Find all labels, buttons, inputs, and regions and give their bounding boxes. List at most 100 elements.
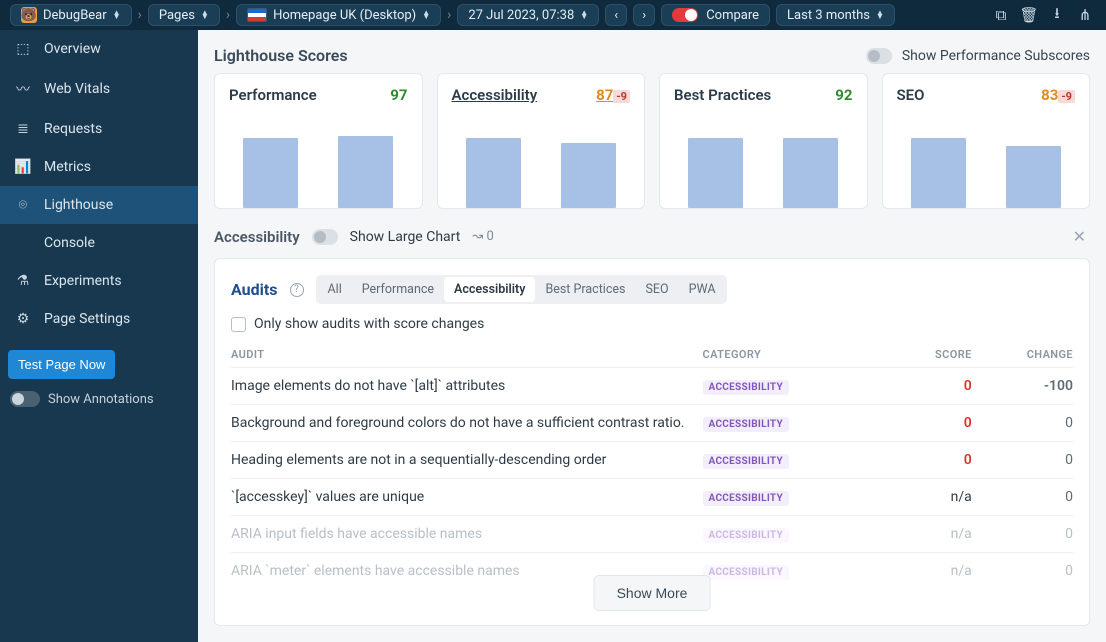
table-row[interactable]: Background and foreground colors do not …	[231, 405, 1073, 442]
tab-accessibility[interactable]: Accessibility	[444, 277, 535, 302]
category-pill: ACCESSIBILITY	[703, 454, 789, 469]
bar-before	[243, 138, 298, 208]
annotations-toggle[interactable]: Show Annotations	[0, 391, 198, 407]
score-card-best-practices[interactable]: Best Practices92	[659, 73, 868, 209]
flag-icon	[247, 8, 267, 22]
bar-after	[561, 143, 616, 208]
sidebar-item-requests[interactable]: ≣Requests	[0, 110, 198, 148]
nav-icon: ⬚	[14, 41, 32, 57]
sidebar-item-label: Overview	[44, 41, 101, 57]
sidebar-item-experiments[interactable]: ⚗ Experiments	[0, 262, 198, 300]
range-label: Last 3 months	[787, 8, 870, 23]
score-card-performance[interactable]: Performance97	[214, 73, 423, 209]
tab-performance[interactable]: Performance	[352, 277, 444, 302]
audit-name: Background and foreground colors do not …	[231, 405, 703, 442]
audit-change: 0	[972, 442, 1073, 479]
card-title: Accessibility	[452, 86, 538, 104]
breadcrumb-page[interactable]: Homepage UK (Desktop) ▲▼	[236, 4, 441, 26]
only-changes-label: Only show audits with score changes	[254, 316, 484, 332]
sidebar: ⬚ Overview 〰Web Vitals≣Requests 📊 Metrics ⌾Li…	[0, 30, 198, 642]
audit-category: ACCESSIBILITY	[703, 553, 892, 590]
table-row[interactable]: ARIA input fields have accessible namesA…	[231, 516, 1073, 553]
category-pill: ACCESSIBILITY	[703, 417, 789, 432]
breadcrumb-brand[interactable]: 🐻 DebugBear ▲▼	[10, 4, 132, 26]
toggle-on-icon	[672, 8, 698, 22]
sort-icon: ▲▼	[422, 11, 430, 19]
card-score: 97	[390, 86, 407, 104]
category-pill: ACCESSIBILITY	[703, 565, 789, 580]
col-change: CHANGE	[972, 342, 1073, 368]
audit-score: n/a	[892, 479, 972, 516]
sidebar-item-overview[interactable]: ⬚ Overview	[0, 30, 198, 68]
sidebar-item-metrics[interactable]: 📊 Metrics	[0, 148, 198, 186]
score-card-accessibility[interactable]: Accessibility87-9	[437, 73, 646, 209]
download-button[interactable]: ⭳	[1046, 4, 1068, 26]
tab-all[interactable]: All	[318, 277, 352, 302]
show-more-button[interactable]: Show More	[594, 575, 711, 611]
table-row[interactable]: Image elements do not have `[alt]` attri…	[231, 368, 1073, 405]
audit-tabs: AllPerformanceAccessibilityBest Practice…	[316, 275, 728, 304]
sort-icon: ▲▼	[580, 11, 588, 19]
toggle-off-icon	[866, 48, 892, 64]
test-page-button[interactable]: Test Page Now	[8, 350, 115, 379]
audit-category: ACCESSIBILITY	[703, 405, 892, 442]
card-bars	[452, 104, 631, 208]
large-chart-label: Show Large Chart	[350, 229, 461, 245]
toggle-off-icon[interactable]	[312, 229, 338, 245]
external-link-icon: ⧉	[996, 6, 1007, 24]
sidebar-item-label: Experiments	[44, 273, 122, 289]
tab-pwa[interactable]: PWA	[679, 277, 726, 302]
card-title: SEO	[897, 86, 925, 104]
help-icon[interactable]: ?	[290, 283, 304, 297]
score-card-seo[interactable]: SEO83-9	[882, 73, 1091, 209]
download-icon: ⭳	[1054, 3, 1059, 28]
table-row[interactable]: `[accesskey]` values are uniqueACCESSIBI…	[231, 479, 1073, 516]
tab-seo[interactable]: SEO	[635, 277, 678, 302]
card-score: 83	[1041, 86, 1058, 104]
prev-button[interactable]: ‹	[605, 4, 627, 26]
page-label: Homepage UK (Desktop)	[273, 8, 416, 23]
sidebar-item-label: Console	[44, 235, 95, 251]
bar-after	[1006, 146, 1061, 208]
audit-name: Heading elements are not in a sequential…	[231, 442, 703, 479]
tab-best-practices[interactable]: Best Practices	[535, 277, 635, 302]
audit-score: 0	[892, 368, 972, 405]
sidebar-item-label: Web Vitals	[44, 81, 110, 97]
share-button[interactable]: ⋔	[1074, 4, 1096, 26]
breadcrumb-pages[interactable]: Pages ▲▼	[148, 4, 220, 26]
audit-change: 0	[972, 405, 1073, 442]
sidebar-item-page-settings[interactable]: ⚙Page Settings	[0, 300, 198, 338]
audit-category: ACCESSIBILITY	[703, 368, 892, 405]
close-button[interactable]: ✕	[1069, 223, 1090, 250]
open-external-button[interactable]: ⧉	[990, 4, 1012, 26]
sidebar-item-web-vitals[interactable]: 〰Web Vitals	[0, 68, 198, 110]
score-cards: Performance97Accessibility87-9Best Pract…	[214, 73, 1090, 209]
compare-toggle[interactable]: Compare	[661, 4, 770, 26]
date-label: 27 Jul 2023, 07:38	[468, 8, 574, 23]
card-bars	[229, 104, 408, 208]
show-large-chart[interactable]: Show Large Chart	[350, 229, 461, 245]
sidebar-item-label: Metrics	[44, 159, 91, 175]
next-button[interactable]: ›	[633, 4, 655, 26]
col-score: SCORE	[892, 342, 972, 368]
audit-change: 0	[972, 553, 1073, 590]
sidebar-item-lighthouse[interactable]: ⌾Lighthouse	[0, 186, 198, 224]
nav-icon: ⚗	[14, 273, 32, 289]
delete-button[interactable]: 🗑	[1018, 4, 1040, 26]
nav-icon: 📊	[14, 159, 32, 175]
chevron-right-icon: ›	[138, 7, 142, 23]
bar-before	[911, 138, 966, 208]
date-selector[interactable]: 27 Jul 2023, 07:38 ▲▼	[457, 4, 599, 26]
range-selector[interactable]: Last 3 months ▲▼	[776, 4, 895, 26]
card-bars	[674, 104, 853, 208]
only-changes-checkbox[interactable]: Only show audits with score changes	[231, 316, 1073, 332]
trend-indicator: ↝ 0	[472, 229, 493, 244]
audit-score: n/a	[892, 553, 972, 590]
table-row[interactable]: Heading elements are not in a sequential…	[231, 442, 1073, 479]
col-category: CATEGORY	[703, 342, 892, 368]
bar-after	[338, 136, 393, 208]
sort-icon: ▲▼	[113, 11, 121, 19]
subscores-toggle[interactable]: Show Performance Subscores	[866, 48, 1090, 64]
sidebar-item-console[interactable]: Console	[0, 224, 198, 262]
card-bars	[897, 104, 1076, 208]
